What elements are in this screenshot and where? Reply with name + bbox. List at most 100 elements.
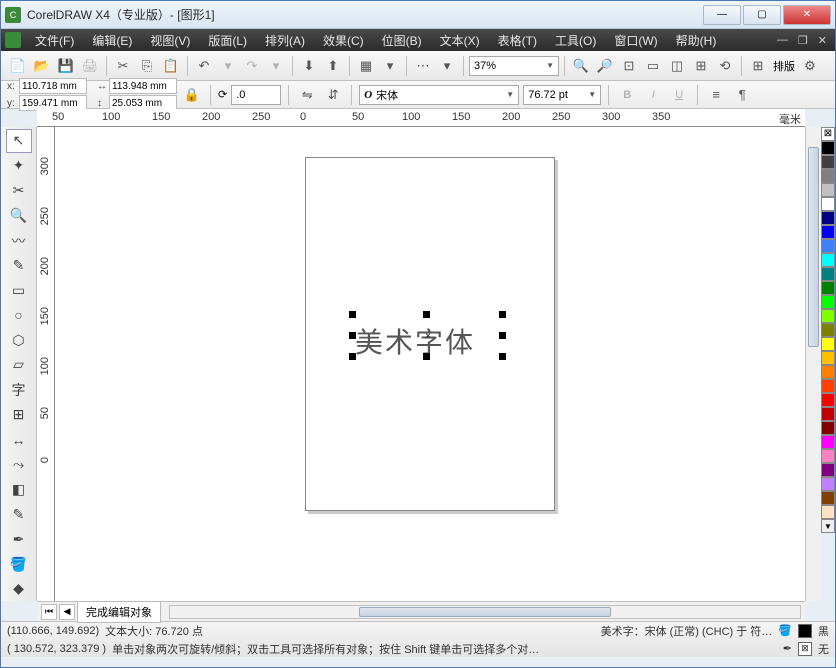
prev-page-button[interactable]: ◀ <box>59 604 75 620</box>
font-select[interactable]: O 宋体 ▼ <box>359 85 519 105</box>
page-tab[interactable]: 完成编辑对象 <box>77 601 161 623</box>
undo-button[interactable]: ↶ <box>193 55 215 77</box>
horizontal-scrollbar[interactable] <box>169 605 801 619</box>
zoom-prev-icon[interactable]: ⟲ <box>714 55 736 77</box>
fill-color-swatch[interactable] <box>798 624 812 638</box>
color-swatch[interactable] <box>821 365 835 379</box>
selection-handle[interactable] <box>423 353 430 360</box>
zoom-tool[interactable]: 🔍 <box>6 204 32 228</box>
selection-handle[interactable] <box>423 311 430 318</box>
color-swatch[interactable] <box>821 267 835 281</box>
zoom-sel-icon[interactable]: ◫ <box>666 55 688 77</box>
color-swatch[interactable] <box>821 309 835 323</box>
cut-button[interactable]: ✂ <box>112 55 134 77</box>
color-swatch[interactable] <box>821 421 835 435</box>
color-swatch[interactable] <box>821 491 835 505</box>
welcome-drop-icon[interactable]: ▾ <box>436 55 458 77</box>
color-swatch[interactable] <box>821 239 835 253</box>
menu-tools[interactable]: 工具(O) <box>547 30 604 51</box>
menu-table[interactable]: 表格(T) <box>490 30 545 51</box>
smart-tool[interactable]: ✎ <box>6 253 32 277</box>
redo-drop-icon[interactable]: ▾ <box>265 55 287 77</box>
color-swatch[interactable] <box>821 295 835 309</box>
redo-button[interactable]: ↷ <box>241 55 263 77</box>
canvas[interactable]: 美术字体 × <box>55 127 805 601</box>
color-swatch[interactable] <box>821 211 835 225</box>
dimension-tool[interactable]: ↔ <box>6 428 32 452</box>
freehand-tool[interactable]: 〰 <box>6 229 32 253</box>
color-swatch[interactable] <box>821 505 835 519</box>
color-swatch[interactable] <box>821 253 835 267</box>
color-swatch[interactable] <box>821 393 835 407</box>
paste-button[interactable]: 📋 <box>160 55 182 77</box>
outline-color-swatch[interactable]: ⊠ <box>798 642 812 656</box>
crop-tool[interactable]: ✂ <box>6 179 32 203</box>
pick-tool[interactable]: ↖ <box>6 129 32 153</box>
effects-tool[interactable]: ◧ <box>6 477 32 501</box>
scrollbar-thumb[interactable] <box>359 607 611 617</box>
color-swatch[interactable] <box>821 169 835 183</box>
color-swatch[interactable] <box>821 225 835 239</box>
welcome-button[interactable]: ⋯ <box>412 55 434 77</box>
zoom-select[interactable]: 37% ▼ <box>469 56 559 76</box>
color-swatch[interactable] <box>821 477 835 491</box>
options-button[interactable]: ⚙ <box>799 55 821 77</box>
width-input[interactable] <box>109 78 177 94</box>
rectangle-tool[interactable]: ▭ <box>6 278 32 302</box>
open-button[interactable]: 📂 <box>31 55 53 77</box>
color-swatch[interactable] <box>821 449 835 463</box>
menu-file[interactable]: 文件(F) <box>27 30 82 51</box>
table-tool[interactable]: ⊞ <box>6 403 32 427</box>
selection-handle[interactable] <box>349 311 356 318</box>
color-swatch[interactable] <box>821 379 835 393</box>
menu-layout[interactable]: 版面(L) <box>200 30 255 51</box>
selection-handle[interactable] <box>499 353 506 360</box>
zoom-page-icon[interactable]: ▭ <box>642 55 664 77</box>
outline-tool[interactable]: ✒ <box>6 527 32 551</box>
menu-text[interactable]: 文本(X) <box>432 30 488 51</box>
lock-ratio-button[interactable]: 🔒 <box>181 84 203 106</box>
color-swatch[interactable] <box>821 323 835 337</box>
launcher-drop-icon[interactable]: ▾ <box>379 55 401 77</box>
selection-handle[interactable] <box>349 332 356 339</box>
zoom-tool-icon[interactable]: 🔍 <box>570 55 592 77</box>
app-launcher-button[interactable]: ▦ <box>355 55 377 77</box>
zoom-out-icon[interactable]: 🔎 <box>594 55 616 77</box>
new-button[interactable]: 📄 <box>7 55 29 77</box>
menu-edit[interactable]: 编辑(E) <box>84 30 140 51</box>
zoom-fit-icon[interactable]: ⊡ <box>618 55 640 77</box>
color-swatch[interactable] <box>821 281 835 295</box>
char-format-button[interactable]: ¶ <box>731 84 753 106</box>
copy-button[interactable]: ⎘ <box>136 55 158 77</box>
zoom-all-icon[interactable]: ⊞ <box>690 55 712 77</box>
minimize-button[interactable]: — <box>703 5 741 25</box>
scrollbar-thumb[interactable] <box>808 147 819 347</box>
artistic-text-object[interactable]: 美术字体 <box>355 321 475 361</box>
first-page-button[interactable]: ⏮ <box>41 604 57 620</box>
menu-help[interactable]: 帮助(H) <box>668 30 725 51</box>
import-button[interactable]: ⬇ <box>298 55 320 77</box>
x-input[interactable] <box>19 78 87 94</box>
menu-bitmap[interactable]: 位图(B) <box>374 30 430 51</box>
text-tool[interactable]: 字 <box>6 378 32 402</box>
mirror-v-button[interactable]: ⇵ <box>322 84 344 106</box>
doc-close-button[interactable]: ✕ <box>814 34 831 47</box>
fill-tool[interactable]: 🪣 <box>6 552 32 576</box>
palette-down-icon[interactable]: ▼ <box>821 519 835 533</box>
snap-button[interactable]: ⊞ <box>747 55 769 77</box>
text-align-button[interactable]: ≡ <box>705 84 727 106</box>
menu-view[interactable]: 视图(V) <box>142 30 198 51</box>
menu-arrange[interactable]: 排列(A) <box>257 30 313 51</box>
print-button[interactable]: 🖨 <box>79 55 101 77</box>
rotation-input[interactable] <box>231 85 281 105</box>
doc-minimize-button[interactable]: — <box>773 34 792 46</box>
eyedropper-tool[interactable]: ✎ <box>6 502 32 526</box>
ellipse-tool[interactable]: ○ <box>6 303 32 327</box>
mirror-h-button[interactable]: ⇋ <box>296 84 318 106</box>
selection-handle[interactable] <box>349 353 356 360</box>
menu-window[interactable]: 窗口(W) <box>606 30 665 51</box>
menu-effects[interactable]: 效果(C) <box>315 30 372 51</box>
doc-restore-button[interactable]: ❐ <box>794 34 812 47</box>
selection-center-icon[interactable]: × <box>423 331 433 341</box>
export-button[interactable]: ⬆ <box>322 55 344 77</box>
